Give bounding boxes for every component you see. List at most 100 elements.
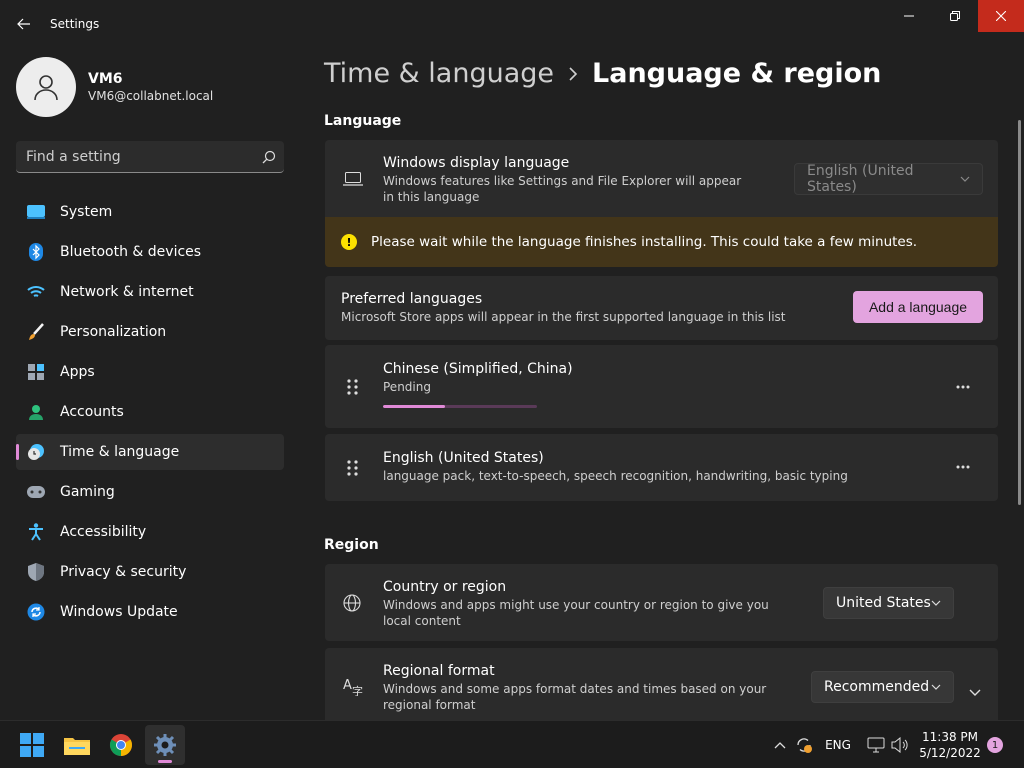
brush-icon <box>26 322 46 342</box>
notification-badge[interactable]: 1 <box>987 737 1003 753</box>
drag-handle-icon[interactable] <box>346 378 360 396</box>
country-region-value: United States <box>836 595 931 611</box>
sidebar-item-accounts[interactable]: Accounts <box>16 394 284 430</box>
more-options-button[interactable] <box>949 453 977 481</box>
country-region-title: Country or region <box>383 579 507 595</box>
install-progress-bar <box>383 405 537 408</box>
title-bar: Settings <box>0 0 1024 48</box>
file-explorer-button[interactable] <box>57 725 97 765</box>
language-status: Pending <box>383 380 431 394</box>
sidebar-item-label: System <box>60 204 113 220</box>
more-icon <box>956 385 970 389</box>
add-language-button[interactable]: Add a language <box>853 291 983 323</box>
sync-icon <box>26 602 46 622</box>
language-item-english[interactable]: English (United States) language pack, t… <box>325 434 998 501</box>
close-button[interactable] <box>978 0 1024 32</box>
sidebar-item-label: Personalization <box>60 324 167 340</box>
update-tray-icon[interactable] <box>794 735 814 755</box>
laptop-icon <box>343 171 363 190</box>
back-arrow-icon <box>17 18 30 30</box>
sidebar-item-label: Accessibility <box>60 524 147 540</box>
preferred-languages-title: Preferred languages <box>341 291 483 307</box>
user-profile[interactable]: VM6 VM6@collabnet.local <box>16 57 213 117</box>
show-hidden-icons-button[interactable] <box>772 735 788 755</box>
sidebar-item-label: Privacy & security <box>60 564 187 580</box>
folder-icon <box>64 738 90 755</box>
close-icon <box>996 11 1006 21</box>
sidebar-item-apps[interactable]: Apps <box>16 354 284 390</box>
app-title: Settings <box>50 17 100 31</box>
display-language-dropdown[interactable]: English (United States) <box>794 163 983 195</box>
person-icon <box>34 75 58 101</box>
sidebar-item-personalization[interactable]: Personalization <box>16 314 284 350</box>
install-progress-fill <box>383 405 445 408</box>
start-button[interactable] <box>12 725 52 765</box>
settings-taskbar-button[interactable] <box>145 725 185 765</box>
person-icon <box>26 402 46 422</box>
sidebar-nav: System Bluetooth & devices Network & int… <box>16 194 284 634</box>
volume-tray-icon[interactable] <box>890 735 910 755</box>
display-language-title: Windows display language <box>383 155 570 171</box>
profile-name: VM6 <box>88 71 123 87</box>
network-tray-icon[interactable] <box>866 735 886 755</box>
sidebar-item-privacy[interactable]: Privacy & security <box>16 554 284 590</box>
minimize-button[interactable] <box>886 0 932 32</box>
country-region-dropdown[interactable]: United States <box>823 587 954 619</box>
svg-text:字: 字 <box>352 684 363 696</box>
installing-warning: ! Please wait while the language finishe… <box>325 217 998 267</box>
wifi-icon <box>26 282 46 302</box>
warning-text: Please wait while the language finishes … <box>371 234 918 250</box>
sidebar-item-label: Gaming <box>60 484 115 500</box>
search-icon[interactable] <box>254 150 284 164</box>
restore-button[interactable] <box>932 0 978 32</box>
breadcrumb-parent[interactable]: Time & language <box>324 58 554 89</box>
shield-icon <box>26 562 46 582</box>
clock-time: 11:38 PM <box>922 730 978 744</box>
chevron-up-icon <box>774 742 786 749</box>
section-title-language: Language <box>324 113 402 129</box>
regional-format-title: Regional format <box>383 663 495 679</box>
input-indicator[interactable]: ENG <box>822 735 854 755</box>
language-name: Chinese (Simplified, China) <box>383 361 573 377</box>
sidebar-item-label: Network & internet <box>60 284 194 300</box>
sidebar-item-system[interactable]: System <box>16 194 284 230</box>
sidebar-item-gaming[interactable]: Gaming <box>16 474 284 510</box>
more-options-button[interactable] <box>949 373 977 401</box>
chevron-down-icon <box>931 600 941 606</box>
sidebar-item-network[interactable]: Network & internet <box>16 274 284 310</box>
preferred-languages-description: Microsoft Store apps will appear in the … <box>341 310 786 324</box>
language-item-chinese[interactable]: Chinese (Simplified, China) Pending <box>325 345 998 428</box>
sidebar-item-label: Time & language <box>60 444 180 460</box>
sidebar-item-bluetooth[interactable]: Bluetooth & devices <box>16 234 284 270</box>
sidebar-item-windows-update[interactable]: Windows Update <box>16 594 284 630</box>
taskbar: ENG 11:38 PM 5/12/2022 1 <box>0 720 1024 768</box>
gamepad-icon <box>26 482 46 502</box>
clock[interactable]: 11:38 PM 5/12/2022 <box>918 729 982 761</box>
drag-handle-icon[interactable] <box>346 459 360 477</box>
search-box[interactable] <box>16 141 284 173</box>
clock-date: 5/12/2022 <box>919 746 981 760</box>
regional-format-card[interactable]: A字 Regional format Windows and some apps… <box>325 648 998 720</box>
back-button[interactable] <box>12 12 36 36</box>
search-input[interactable] <box>16 148 254 165</box>
clock-globe-icon <box>26 442 46 462</box>
expand-chevron-icon[interactable] <box>969 682 981 701</box>
sidebar-item-accessibility[interactable]: Accessibility <box>16 514 284 550</box>
regional-format-icon: A字 <box>343 676 365 700</box>
avatar <box>16 57 76 117</box>
profile-email: VM6@collabnet.local <box>88 89 214 103</box>
warning-icon: ! <box>341 234 357 250</box>
regional-format-dropdown[interactable]: Recommended <box>811 671 954 703</box>
chevron-right-icon <box>568 66 578 81</box>
display-language-card: Windows display language Windows feature… <box>325 140 998 217</box>
globe-icon <box>343 594 361 616</box>
gear-icon <box>154 734 176 756</box>
scrollbar[interactable] <box>1018 120 1021 505</box>
regional-format-description: Windows and some apps format dates and t… <box>383 682 767 712</box>
regional-format-value: Recommended <box>824 679 930 695</box>
sidebar-item-time-language[interactable]: Time & language <box>16 434 284 470</box>
chrome-button[interactable] <box>101 725 141 765</box>
breadcrumb: Time & language Language & region <box>324 58 881 89</box>
chevron-down-icon <box>931 684 941 690</box>
restore-icon <box>950 11 960 21</box>
